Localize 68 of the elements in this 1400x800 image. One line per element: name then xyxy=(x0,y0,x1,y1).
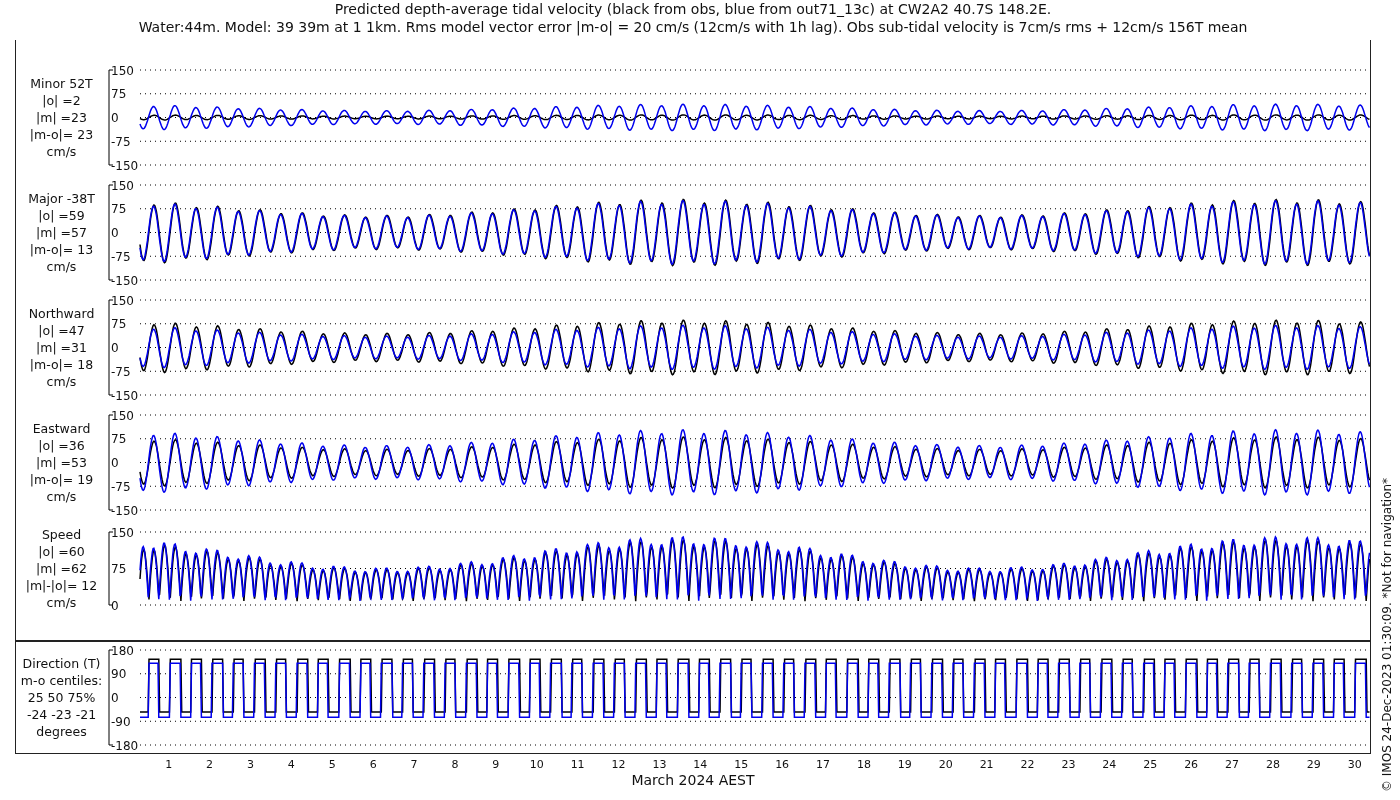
panel-label: Speed |o| =60 |m| =62 |m|-|o|= 12 cm/s xyxy=(24,526,99,611)
x-tick-label: 24 xyxy=(1102,758,1117,771)
panel-label: Major -38T |o| =59 |m| =57 |m-o|= 13 cm/s xyxy=(27,190,96,275)
x-tick-label: 6 xyxy=(369,758,377,771)
x-tick-label: 26 xyxy=(1184,758,1199,771)
x-tick-label: 13 xyxy=(652,758,667,771)
y-tick-label: 75 xyxy=(111,562,127,576)
panel-label: Direction (T) m-o centiles: 25 50 75% -24 -23 -21 degrees xyxy=(19,655,104,740)
panel-label: Northward |o| =47 |m| =31 |m-o|= 18 cm/s xyxy=(27,305,96,390)
y-tick-label: -150 xyxy=(111,158,139,173)
x-tick-label: 12 xyxy=(611,758,626,771)
y-tick-label: 150 xyxy=(111,293,134,308)
x-tick-label: 18 xyxy=(856,758,871,771)
x-tick-label: 22 xyxy=(1020,758,1035,771)
y-tick-label: 180 xyxy=(111,643,134,658)
y-tick-label: 75 xyxy=(111,432,127,447)
x-tick-label: 14 xyxy=(693,758,708,771)
y-tick-label: 0 xyxy=(111,111,119,125)
x-tick-label: 21 xyxy=(979,758,994,771)
y-tick-label: 0 xyxy=(111,691,119,705)
y-tick-label: -150 xyxy=(111,388,139,403)
x-tick-label: 23 xyxy=(1061,758,1076,771)
y-tick-label: 75 xyxy=(111,87,127,102)
x-tick-label: 29 xyxy=(1306,758,1321,771)
y-tick-label: -75 xyxy=(111,249,131,264)
x-tick-label: 25 xyxy=(1143,758,1158,771)
y-tick-label: 150 xyxy=(111,63,134,78)
x-tick-label: 27 xyxy=(1225,758,1240,771)
x-tick-label: 9 xyxy=(492,758,500,771)
credit-text: © IMOS 24-Dec-2023 01:30:09. *Not for navigation* xyxy=(1379,477,1395,792)
plot-title: Predicted depth-average tidal velocity (black from obs, blue from out71_13c) at CW2A2 40.7S 148.2E. xyxy=(334,0,1052,18)
y-tick-label: 0 xyxy=(111,456,119,470)
x-tick-label: 8 xyxy=(451,758,459,771)
x-tick-label: 5 xyxy=(328,758,336,771)
x-tick-label: 2 xyxy=(206,758,214,771)
x-tick-label: 7 xyxy=(410,758,418,771)
y-tick-label: 0 xyxy=(111,598,119,613)
y-tick-label: 75 xyxy=(111,317,127,332)
panel-label: Minor 52T |o| =2 |m| =23 |m-o|= 23 cm/s xyxy=(28,75,95,160)
x-tick-label: 30 xyxy=(1347,758,1362,771)
x-tick-label: 17 xyxy=(816,758,831,771)
plot-title: Water:44m. Model: 39 39m at 1 1km. Rms model vector error |m-o| = 20 cm/s (12cm/s with 1h lag). Obs sub-tidal velocity is 7cm/s rms + 12cm/s 156T mean xyxy=(138,18,1248,36)
x-axis-title: March 2024 AEST xyxy=(630,772,756,788)
y-tick-label: 150 xyxy=(111,525,134,540)
x-tick-label: 4 xyxy=(287,758,295,771)
x-tick-label: 11 xyxy=(570,758,585,771)
x-tick-label: 19 xyxy=(897,758,912,771)
x-tick-label: 1 xyxy=(165,758,173,771)
y-tick-label: 0 xyxy=(111,341,119,355)
panel-label: Eastward |o| =36 |m| =53 |m-o|= 19 cm/s xyxy=(28,420,95,505)
x-tick-label: 16 xyxy=(775,758,790,771)
x-tick-label: 28 xyxy=(1265,758,1280,771)
y-tick-label: -75 xyxy=(111,134,131,149)
x-tick-label: 20 xyxy=(938,758,953,771)
x-tick-label: 10 xyxy=(529,758,544,771)
y-tick-label: 150 xyxy=(111,178,134,193)
x-tick-label: 3 xyxy=(246,758,254,771)
y-tick-label: 150 xyxy=(111,408,134,423)
y-tick-label: 75 xyxy=(111,202,127,217)
x-tick-label: 15 xyxy=(734,758,749,771)
y-tick-label: -75 xyxy=(111,479,131,494)
y-tick-label: 90 xyxy=(111,667,127,682)
y-tick-label: -150 xyxy=(111,273,139,288)
y-tick-label: 0 xyxy=(111,226,119,240)
y-tick-label: -150 xyxy=(111,503,139,518)
y-tick-label: -75 xyxy=(111,364,131,379)
y-tick-label: -90 xyxy=(111,714,131,729)
y-tick-label: -180 xyxy=(111,738,139,753)
